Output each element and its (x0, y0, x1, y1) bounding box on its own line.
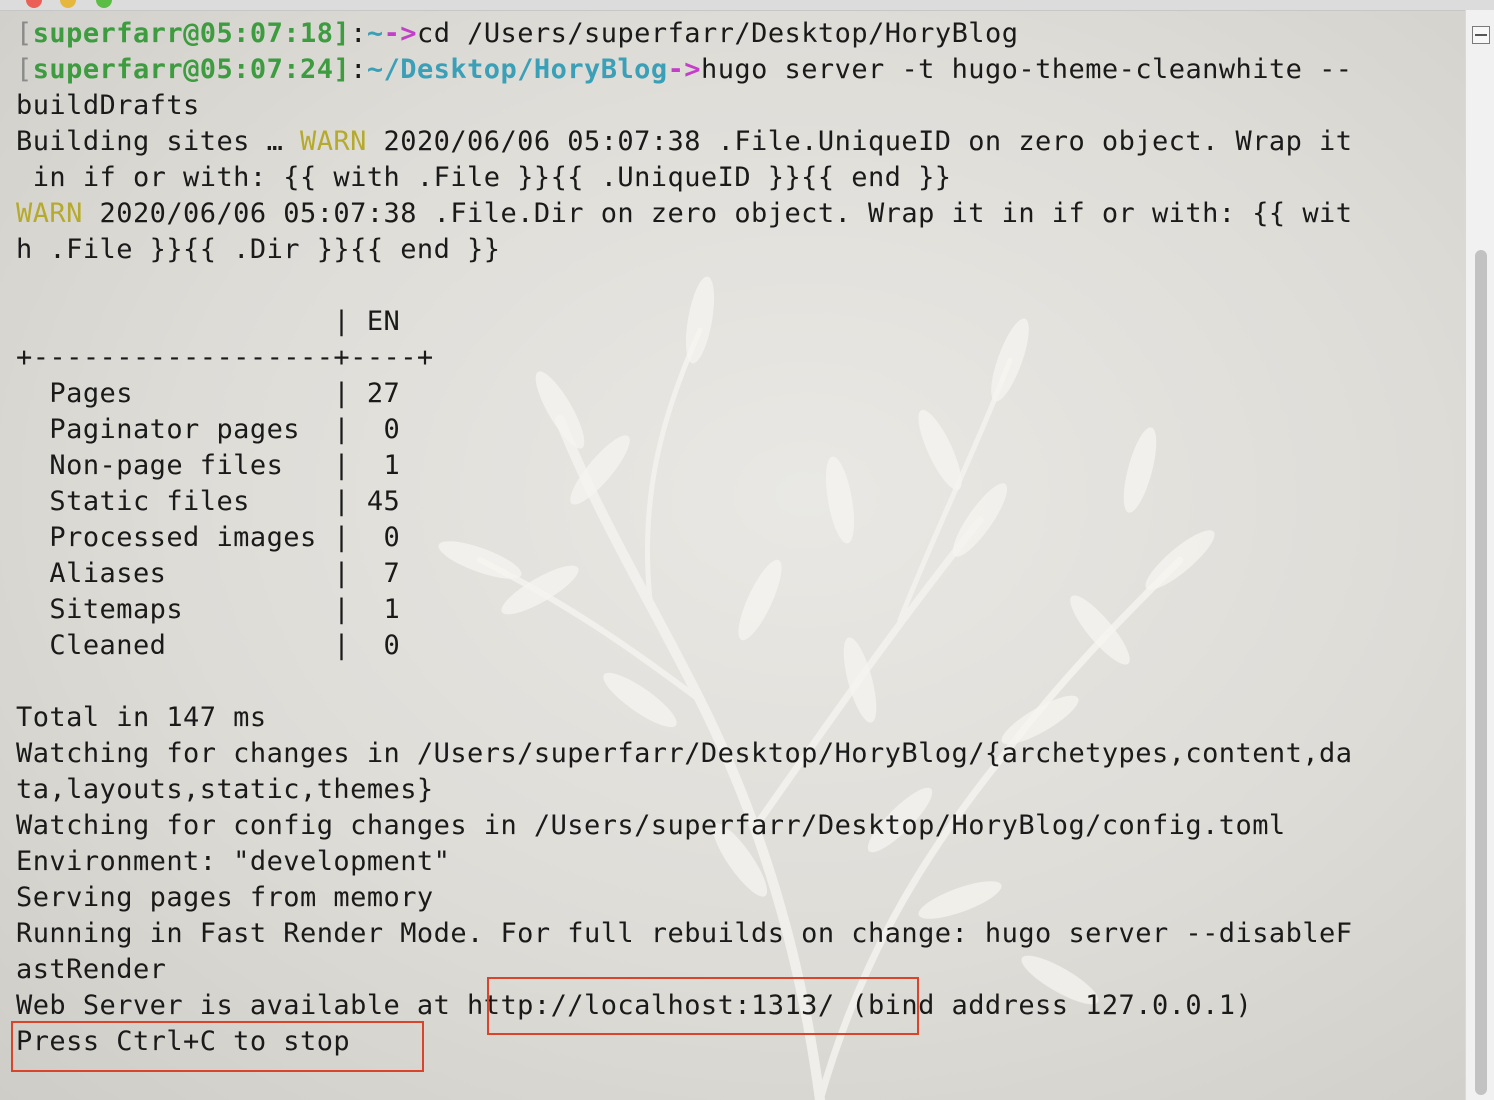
window-titlebar (0, 0, 1494, 11)
output-line: Running in Fast Render Mode. For full re… (16, 918, 1353, 949)
output-line: Paginator pages | 0 (16, 414, 401, 445)
output-line: in if or with: {{ with .File }}{{ .Uniqu… (16, 162, 952, 193)
output-line: Processed images | 0 (16, 522, 401, 553)
output-line: Aliases | 7 (16, 558, 401, 589)
close-window-icon[interactable] (26, 0, 42, 8)
output-line: | EN (16, 306, 401, 337)
prompt-line: [superfarr@05:07:18]:~->cd /Users/superf… (16, 16, 1458, 52)
prompt-colon: : (350, 18, 367, 49)
prompt-path: ~/Desktop/HoryBlog (366, 54, 668, 85)
prompt-user-time: superfarr@05:07:24 (32, 54, 334, 85)
stop-hint-highlight-box (11, 1021, 424, 1072)
warn-tag: WARN (16, 198, 83, 229)
warning-message: 2020/06/06 05:07:38 .File.UniqueID on ze… (366, 126, 1353, 157)
output-line: buildDrafts (16, 90, 200, 121)
output-line: Non-page files | 1 (16, 450, 401, 481)
output-line: Pages | 27 (16, 378, 401, 409)
output-line: +------------------+----+ (16, 342, 434, 373)
output-line: h .File }}{{ .Dir }}{{ end }} (16, 234, 501, 265)
warning-prefix: Building sites … (16, 126, 300, 157)
output-line: Watching for config changes in /Users/su… (16, 810, 1286, 841)
command-text: cd /Users/superfarr/Desktop/HoryBlog (417, 18, 1019, 49)
warning-message: 2020/06/06 05:07:38 .File.Dir on zero ob… (82, 198, 1353, 229)
output-line: Total in 147 ms (16, 702, 267, 733)
prompt-arrow: -> (383, 18, 417, 49)
output-line: Serving pages from memory (16, 882, 434, 913)
warning-line: WARN 2020/06/06 05:07:38 .File.Dir on ze… (16, 196, 1458, 232)
terminal-output[interactable]: [superfarr@05:07:18]:~->cd /Users/superf… (16, 16, 1458, 1100)
output-line: Cleaned | 0 (16, 630, 401, 661)
url-highlight-box (487, 977, 919, 1035)
prompt-arrow: -> (667, 54, 701, 85)
warning-line: Building sites … WARN 2020/06/06 05:07:3… (16, 124, 1458, 160)
command-text: hugo server -t hugo-theme-cleanwhite -- (700, 54, 1353, 85)
prompt-close-bracket: ] (333, 18, 351, 49)
output-line: Static files | 45 (16, 486, 401, 517)
prompt-line: [superfarr@05:07:24]:~/Desktop/HoryBlog-… (16, 52, 1458, 88)
scrollbar-thumb[interactable] (1475, 250, 1487, 1095)
prompt-path: ~ (366, 18, 384, 49)
minimize-window-icon[interactable] (60, 0, 76, 8)
output-line: Sitemaps | 1 (16, 594, 401, 625)
prompt-user-time: superfarr@05:07:18 (32, 18, 334, 49)
output-line: ta,layouts,static,themes} (16, 774, 434, 805)
zoom-window-icon[interactable] (96, 0, 112, 8)
warn-tag: WARN (300, 126, 367, 157)
output-line: Watching for changes in /Users/superfarr… (16, 738, 1353, 769)
split-pane-icon[interactable] (1472, 26, 1490, 44)
prompt-close-bracket: ] (333, 54, 351, 85)
prompt-colon: : (350, 54, 367, 85)
prompt-open-bracket: [ (16, 54, 33, 85)
output-line: Environment: "development" (16, 846, 451, 877)
prompt-open-bracket: [ (16, 18, 33, 49)
